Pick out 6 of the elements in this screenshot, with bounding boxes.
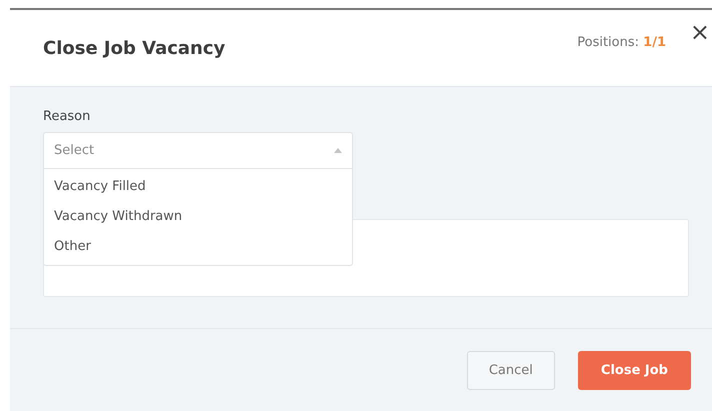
field-label: Reason — [43, 109, 92, 124]
positions-count: Positions: 1/1 — [577, 34, 666, 50]
close-button[interactable]: × — [688, 22, 712, 42]
caret-icon — [334, 148, 342, 153]
cancel-button[interactable]: Cancel — [466, 350, 555, 390]
dialog-title: Close Job Vacancy — [43, 38, 226, 58]
